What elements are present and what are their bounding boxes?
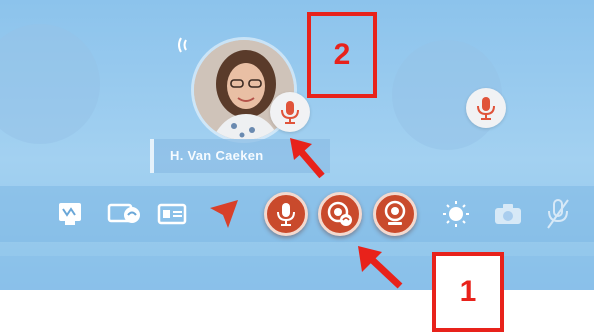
webcam-toggle-button[interactable] — [373, 192, 417, 236]
annotation-arrow-to-toolbar — [358, 246, 403, 289]
pointer-icon — [210, 200, 238, 228]
participant-mic-badge[interactable] — [270, 92, 310, 132]
callout-1: 1 — [432, 252, 504, 332]
camera-button[interactable] — [488, 186, 528, 242]
signal-wave-icon — [178, 37, 187, 53]
whiteboard-icon — [59, 203, 81, 225]
id-card-icon — [157, 203, 187, 225]
whiteboard-button[interactable] — [50, 186, 90, 242]
participant-placeholder-left — [0, 24, 100, 144]
webcam-icon — [384, 200, 406, 225]
mute-microphone-button[interactable] — [538, 186, 578, 242]
peer-mic-badge[interactable] — [466, 88, 506, 128]
pointer-button[interactable] — [200, 186, 248, 242]
callout-2: 2 — [307, 12, 377, 98]
camera-icon — [495, 204, 521, 224]
bottom-band — [0, 256, 594, 290]
camera-share-button[interactable] — [318, 192, 362, 236]
mute-microphone-icon — [547, 199, 569, 229]
microphone-toggle-button[interactable] — [264, 192, 308, 236]
screen-share-button[interactable] — [100, 186, 148, 242]
id-card-button[interactable] — [152, 186, 192, 242]
microphone-icon — [277, 203, 295, 226]
brightness-icon — [443, 201, 469, 227]
camera-share-icon — [327, 201, 352, 226]
annotation-arrow-to-mic-badge — [290, 138, 325, 179]
screen-share-icon — [107, 203, 140, 223]
microphone-icon — [281, 101, 299, 124]
brightness-button[interactable] — [436, 186, 476, 242]
microphone-icon — [477, 97, 495, 120]
